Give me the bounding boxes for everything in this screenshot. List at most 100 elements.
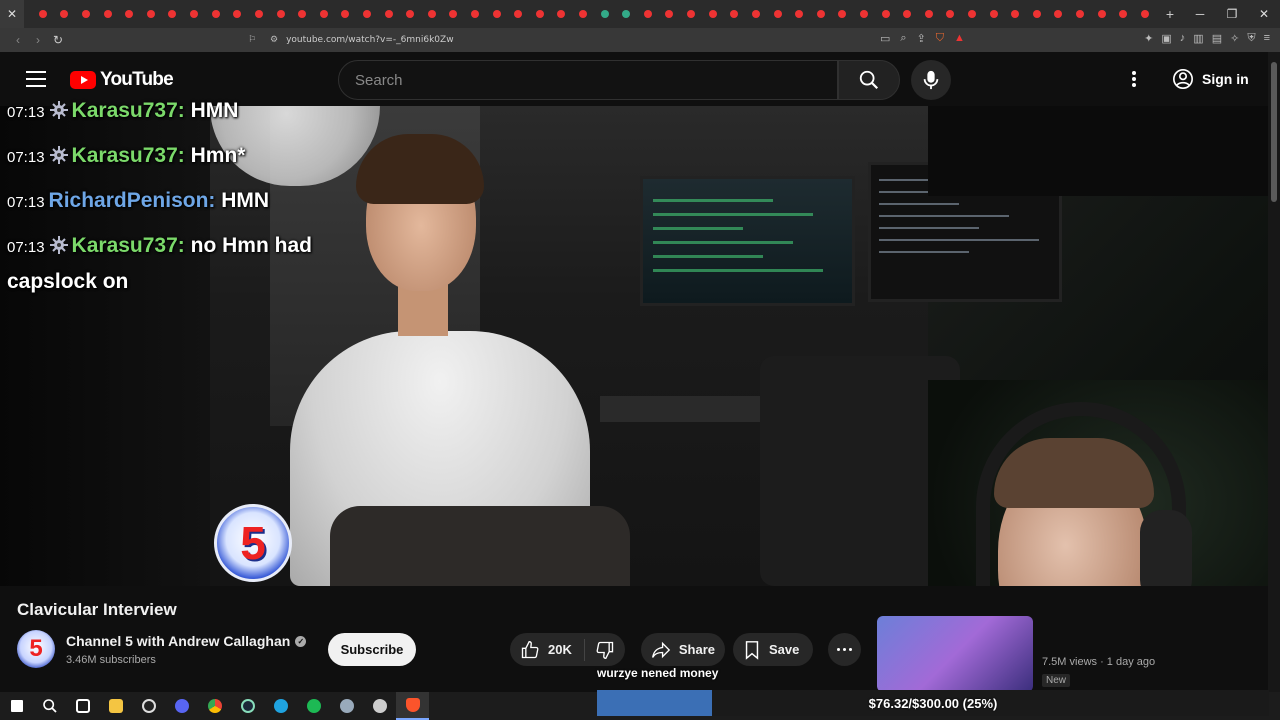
browser-tab[interactable] [529,0,551,28]
browser-tab[interactable] [1004,0,1026,28]
browser-tab[interactable] [940,0,962,28]
browser-tab[interactable] [918,0,940,28]
browser-tab[interactable] [183,0,205,28]
leo-icon[interactable]: ✧ [1230,32,1239,45]
wallet-icon[interactable]: ▤ [1212,32,1222,45]
browser-tab[interactable] [788,0,810,28]
page-scrollbar[interactable] [1268,52,1280,692]
youtube-logo[interactable]: YouTube [70,69,174,91]
browser-tab[interactable] [140,0,162,28]
bookmark-icon[interactable]: ⚐ [248,35,256,45]
taskbar-search-icon[interactable] [33,692,66,720]
dislike-button[interactable] [585,640,625,660]
browser-tab[interactable] [680,0,702,28]
back-icon[interactable]: ‹ [8,33,28,47]
browser-tab[interactable] [983,0,1005,28]
like-button[interactable]: 20K [510,638,585,661]
obs-icon[interactable] [132,692,165,720]
browser-tab[interactable] [702,0,724,28]
browser-tab[interactable] [961,0,983,28]
site-info-icon[interactable]: ⚙ [270,35,278,45]
browser-tab[interactable] [507,0,529,28]
browser-tab[interactable] [1048,0,1070,28]
browser-tab[interactable] [226,0,248,28]
maximize-icon[interactable]: ❐ [1216,7,1248,21]
browser-tab[interactable] [832,0,854,28]
browser-tab[interactable] [205,0,227,28]
reload-icon[interactable]: ↻ [48,33,68,47]
browser-tab[interactable] [767,0,789,28]
browser-tab[interactable] [443,0,465,28]
steam-icon[interactable] [231,692,264,720]
window-close-icon[interactable]: ✕ [1248,7,1280,21]
subscribe-button[interactable]: Subscribe [328,633,416,666]
browser-tab[interactable] [594,0,616,28]
browser-tab[interactable] [54,0,76,28]
brave-shield-icon[interactable]: ⛉ [936,32,944,45]
browser-tab[interactable] [270,0,292,28]
browser-tab[interactable] [853,0,875,28]
task-view-icon[interactable] [66,692,99,720]
share-page-icon[interactable]: ⇪ [917,32,926,45]
browser-tab[interactable] [97,0,119,28]
channel-name[interactable]: Channel 5 with Andrew Callaghan ✓ [66,633,307,649]
browser-tab[interactable] [75,0,97,28]
browser-tab[interactable] [1026,0,1048,28]
browser-tab[interactable] [1134,0,1156,28]
extension-box-icon[interactable]: ▣ [1161,32,1171,45]
browser-tab[interactable] [875,0,897,28]
close-tab-icon[interactable]: ✕ [0,0,24,28]
edge-icon[interactable] [264,692,297,720]
recommended-video-thumbnail[interactable] [877,616,1033,692]
music-icon[interactable]: ♪ [1180,32,1186,45]
search-input[interactable]: Search [338,60,838,100]
windows-start-icon[interactable] [0,692,33,720]
browser-tab[interactable] [1112,0,1134,28]
browser-tab[interactable] [724,0,746,28]
share-button[interactable]: Share [641,633,725,666]
streaming-app-icon[interactable] [363,692,396,720]
browser-tab[interactable] [313,0,335,28]
file-explorer-icon[interactable] [99,692,132,720]
browser-tab[interactable] [637,0,659,28]
browser-tab[interactable] [378,0,400,28]
settings-kebab-icon[interactable] [1124,69,1144,89]
browser-tab[interactable] [551,0,573,28]
browser-tab[interactable] [810,0,832,28]
browser-tab[interactable] [745,0,767,28]
zoom-icon[interactable]: ⌕ [900,32,906,45]
forward-icon[interactable]: › [28,33,48,47]
channel-avatar[interactable]: 5 [17,630,55,668]
brave-browser-icon[interactable] [396,692,429,720]
voice-search-button[interactable] [911,60,951,100]
new-tab-button[interactable]: + [1156,6,1184,22]
browser-tab[interactable] [335,0,357,28]
browser-tab[interactable] [248,0,270,28]
vpn-icon[interactable]: ⛨ [1247,32,1255,45]
scrollbar-thumb[interactable] [1271,62,1277,202]
sidebar-icon[interactable]: ▥ [1193,32,1203,45]
browser-tab[interactable] [32,0,54,28]
browser-tab[interactable] [421,0,443,28]
spotify-icon[interactable] [297,692,330,720]
browser-tab[interactable] [399,0,421,28]
minimize-icon[interactable]: ─ [1184,7,1216,21]
browser-tab[interactable] [1091,0,1113,28]
sign-in-button[interactable]: Sign in [1162,61,1259,97]
search-button[interactable] [838,60,900,100]
browser-tab[interactable] [896,0,918,28]
chrome-icon[interactable] [198,692,231,720]
brave-rewards-icon[interactable]: ▲ [954,32,965,45]
browser-tab[interactable] [464,0,486,28]
browser-menu-icon[interactable]: ≡ [1264,32,1270,45]
save-button[interactable]: Save [733,633,813,666]
browser-tab[interactable] [1069,0,1091,28]
extension-puzzle-icon[interactable]: ✦ [1144,32,1153,45]
more-actions-button[interactable] [828,633,861,666]
screenshot-icon[interactable]: ▭ [880,32,890,45]
app-icon[interactable] [330,692,363,720]
browser-tab[interactable] [659,0,681,28]
browser-tab[interactable] [291,0,313,28]
hamburger-menu-icon[interactable] [24,68,48,90]
browser-tab[interactable] [356,0,378,28]
